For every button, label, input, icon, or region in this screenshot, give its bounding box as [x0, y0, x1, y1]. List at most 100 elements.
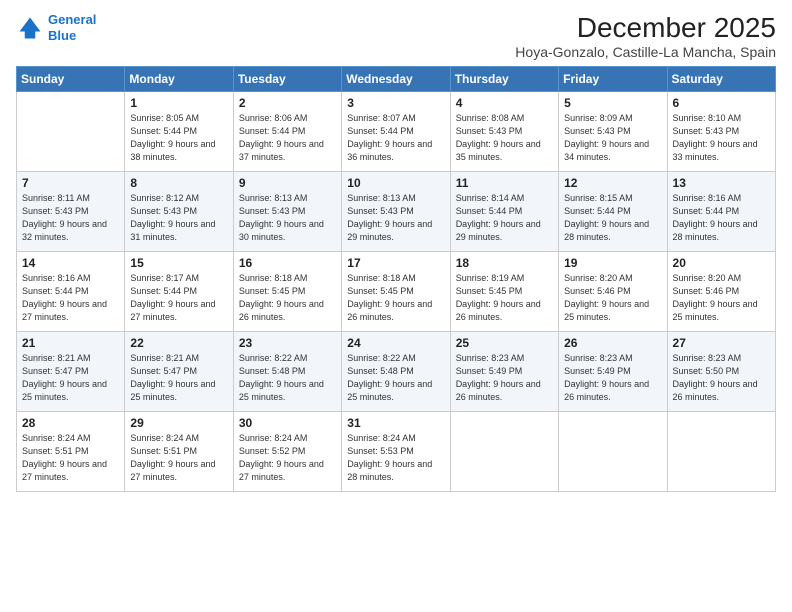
calendar-cell: 11 Sunrise: 8:14 AMSunset: 5:44 PMDayligh… — [450, 172, 558, 252]
calendar-cell — [559, 412, 667, 492]
calendar-cell: 22 Sunrise: 8:21 AMSunset: 5:47 PMDayligh… — [125, 332, 233, 412]
day-number: 2 — [239, 96, 336, 110]
day-number: 9 — [239, 176, 336, 190]
header: General Blue December 2025 Hoya-Gonzalo,… — [16, 12, 776, 60]
day-number: 15 — [130, 256, 227, 270]
day-info: Sunrise: 8:15 AMSunset: 5:44 PMDaylight:… — [564, 192, 661, 244]
calendar-cell: 14 Sunrise: 8:16 AMSunset: 5:44 PMDayligh… — [17, 252, 125, 332]
day-info: Sunrise: 8:06 AMSunset: 5:44 PMDaylight:… — [239, 112, 336, 164]
header-saturday: Saturday — [667, 67, 775, 92]
calendar-page: General Blue December 2025 Hoya-Gonzalo,… — [0, 0, 792, 612]
calendar-cell: 29Sunrise: 8:24 AMSunset: 5:51 PMDayligh… — [125, 412, 233, 492]
day-info: Sunrise: 8:08 AMSunset: 5:43 PMDaylight:… — [456, 112, 553, 164]
day-number: 20 — [673, 256, 770, 270]
day-number: 8 — [130, 176, 227, 190]
calendar-cell: 26 Sunrise: 8:23 AMSunset: 5:49 PMDayligh… — [559, 332, 667, 412]
day-number: 25 — [456, 336, 553, 350]
week-row-1: 7Sunrise: 8:11 AMSunset: 5:43 PMDaylight… — [17, 172, 776, 252]
calendar-cell: 31 Sunrise: 8:24 AMSunset: 5:53 PMDayligh… — [342, 412, 450, 492]
day-info: Sunrise: 8:07 AMSunset: 5:44 PMDaylight:… — [347, 112, 444, 164]
weekday-row: Sunday Monday Tuesday Wednesday Thursday… — [17, 67, 776, 92]
day-info: Sunrise: 8:13 AMSunset: 5:43 PMDaylight:… — [239, 192, 336, 244]
day-info: Sunrise: 8:16 AMSunset: 5:44 PMDaylight:… — [22, 272, 119, 324]
logo-line2: Blue — [48, 28, 76, 43]
calendar-cell: 10 Sunrise: 8:13 AMSunset: 5:43 PMDayligh… — [342, 172, 450, 252]
day-info: Sunrise: 8:09 AMSunset: 5:43 PMDaylight:… — [564, 112, 661, 164]
calendar-cell — [450, 412, 558, 492]
day-number: 5 — [564, 96, 661, 110]
calendar-cell: 15Sunrise: 8:17 AMSunset: 5:44 PMDayligh… — [125, 252, 233, 332]
header-friday: Friday — [559, 67, 667, 92]
logo-line1: General — [48, 12, 96, 27]
day-info: Sunrise: 8:13 AMSunset: 5:43 PMDaylight:… — [347, 192, 444, 244]
day-number: 29 — [130, 416, 227, 430]
day-number: 22 — [130, 336, 227, 350]
day-number: 12 — [564, 176, 661, 190]
calendar-cell: 21 Sunrise: 8:21 AMSunset: 5:47 PMDayligh… — [17, 332, 125, 412]
calendar-cell: 7Sunrise: 8:11 AMSunset: 5:43 PMDaylight… — [17, 172, 125, 252]
day-info: Sunrise: 8:20 AMSunset: 5:46 PMDaylight:… — [673, 272, 770, 324]
calendar-cell: 19 Sunrise: 8:20 AMSunset: 5:46 PMDayligh… — [559, 252, 667, 332]
day-info: Sunrise: 8:23 AMSunset: 5:49 PMDaylight:… — [456, 352, 553, 404]
day-info: Sunrise: 8:24 AMSunset: 5:52 PMDaylight:… — [239, 432, 336, 484]
day-number: 21 — [22, 336, 119, 350]
day-number: 10 — [347, 176, 444, 190]
day-number: 14 — [22, 256, 119, 270]
day-number: 13 — [673, 176, 770, 190]
day-info: Sunrise: 8:16 AMSunset: 5:44 PMDaylight:… — [673, 192, 770, 244]
calendar-cell: 20 Sunrise: 8:20 AMSunset: 5:46 PMDayligh… — [667, 252, 775, 332]
day-info: Sunrise: 8:21 AMSunset: 5:47 PMDaylight:… — [22, 352, 119, 404]
day-number: 28 — [22, 416, 119, 430]
calendar-cell: 18 Sunrise: 8:19 AMSunset: 5:45 PMDayligh… — [450, 252, 558, 332]
logo-text: General Blue — [48, 12, 96, 43]
week-row-4: 28 Sunrise: 8:24 AMSunset: 5:51 PMDayligh… — [17, 412, 776, 492]
day-number: 30 — [239, 416, 336, 430]
day-info: Sunrise: 8:20 AMSunset: 5:46 PMDaylight:… — [564, 272, 661, 324]
day-info: Sunrise: 8:18 AMSunset: 5:45 PMDaylight:… — [347, 272, 444, 324]
calendar-cell: 16Sunrise: 8:18 AMSunset: 5:45 PMDayligh… — [233, 252, 341, 332]
calendar-cell: 30 Sunrise: 8:24 AMSunset: 5:52 PMDayligh… — [233, 412, 341, 492]
day-info: Sunrise: 8:14 AMSunset: 5:44 PMDaylight:… — [456, 192, 553, 244]
location-subtitle: Hoya-Gonzalo, Castille-La Mancha, Spain — [515, 44, 776, 60]
header-wednesday: Wednesday — [342, 67, 450, 92]
calendar-cell: 28 Sunrise: 8:24 AMSunset: 5:51 PMDayligh… — [17, 412, 125, 492]
header-monday: Monday — [125, 67, 233, 92]
calendar-cell: 13 Sunrise: 8:16 AMSunset: 5:44 PMDayligh… — [667, 172, 775, 252]
day-number: 27 — [673, 336, 770, 350]
day-number: 4 — [456, 96, 553, 110]
day-number: 11 — [456, 176, 553, 190]
day-number: 3 — [347, 96, 444, 110]
day-info: Sunrise: 8:22 AMSunset: 5:48 PMDaylight:… — [347, 352, 444, 404]
header-thursday: Thursday — [450, 67, 558, 92]
day-info: Sunrise: 8:18 AMSunset: 5:45 PMDaylight:… — [239, 272, 336, 324]
calendar-cell: 17 Sunrise: 8:18 AMSunset: 5:45 PMDayligh… — [342, 252, 450, 332]
logo-icon — [16, 14, 44, 42]
day-info: Sunrise: 8:23 AMSunset: 5:49 PMDaylight:… — [564, 352, 661, 404]
day-info: Sunrise: 8:19 AMSunset: 5:45 PMDaylight:… — [456, 272, 553, 324]
day-number: 6 — [673, 96, 770, 110]
day-info: Sunrise: 8:05 AMSunset: 5:44 PMDaylight:… — [130, 112, 227, 164]
day-number: 17 — [347, 256, 444, 270]
calendar-cell: 5 Sunrise: 8:09 AMSunset: 5:43 PMDaylight… — [559, 92, 667, 172]
day-info: Sunrise: 8:21 AMSunset: 5:47 PMDaylight:… — [130, 352, 227, 404]
day-info: Sunrise: 8:11 AMSunset: 5:43 PMDaylight:… — [22, 192, 119, 244]
month-title: December 2025 — [515, 12, 776, 44]
calendar-cell: 1 Sunrise: 8:05 AMSunset: 5:44 PMDaylight… — [125, 92, 233, 172]
calendar-cell: 2 Sunrise: 8:06 AMSunset: 5:44 PMDaylight… — [233, 92, 341, 172]
calendar-cell: 23Sunrise: 8:22 AMSunset: 5:48 PMDayligh… — [233, 332, 341, 412]
week-row-2: 14 Sunrise: 8:16 AMSunset: 5:44 PMDayligh… — [17, 252, 776, 332]
day-number: 31 — [347, 416, 444, 430]
calendar-cell — [17, 92, 125, 172]
day-number: 19 — [564, 256, 661, 270]
day-number: 1 — [130, 96, 227, 110]
day-number: 23 — [239, 336, 336, 350]
header-sunday: Sunday — [17, 67, 125, 92]
calendar-cell: 12 Sunrise: 8:15 AMSunset: 5:44 PMDayligh… — [559, 172, 667, 252]
day-number: 26 — [564, 336, 661, 350]
day-info: Sunrise: 8:24 AMSunset: 5:51 PMDaylight:… — [22, 432, 119, 484]
day-number: 18 — [456, 256, 553, 270]
calendar-cell: 6Sunrise: 8:10 AMSunset: 5:43 PMDaylight… — [667, 92, 775, 172]
header-tuesday: Tuesday — [233, 67, 341, 92]
day-info: Sunrise: 8:24 AMSunset: 5:53 PMDaylight:… — [347, 432, 444, 484]
calendar-cell: 8Sunrise: 8:12 AMSunset: 5:43 PMDaylight… — [125, 172, 233, 252]
